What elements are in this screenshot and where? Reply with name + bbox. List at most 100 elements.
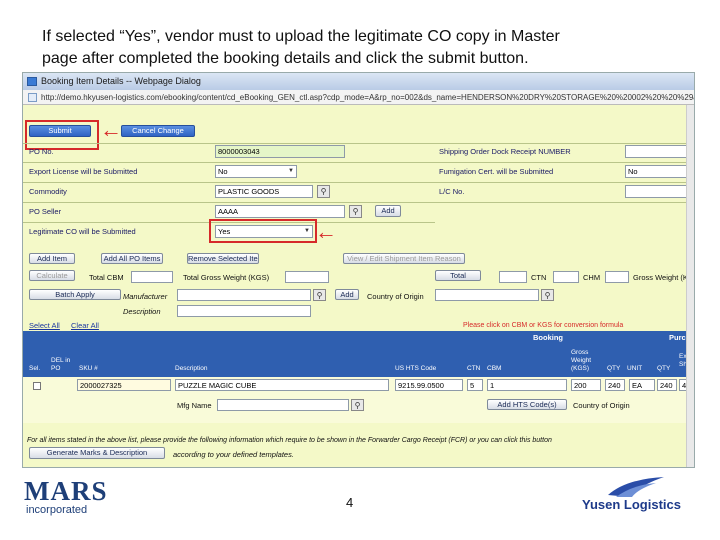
booking-item-dialog: Booking Item Details -- Webpage Dialog h… bbox=[22, 72, 695, 468]
add-item-button[interactable]: Add Item bbox=[29, 253, 75, 264]
arrow-left-icon: ← bbox=[315, 219, 337, 244]
submit-highlight-box bbox=[25, 120, 99, 150]
total-gross-weight-field[interactable] bbox=[285, 271, 329, 283]
col-gross-weight: Gross Weight (KGS) bbox=[571, 349, 592, 372]
description-cell-field[interactable]: PUZZLE MAGIC CUBE bbox=[175, 379, 389, 391]
commodity-field[interactable]: PLASTIC GOODS bbox=[215, 185, 313, 198]
caption-line-2: page after completed the booking details… bbox=[42, 50, 529, 67]
arrow-left-icon: ← bbox=[100, 117, 122, 142]
po-no-label: PO No. bbox=[29, 147, 54, 156]
conversion-note[interactable]: Please click on CBM or KGS for conversio… bbox=[463, 322, 623, 329]
qty-field[interactable]: 240 bbox=[605, 379, 625, 391]
export-license-value: No bbox=[218, 167, 228, 176]
col-qty-purchase: QTY bbox=[657, 365, 671, 372]
band-booking: Booking bbox=[533, 333, 563, 342]
sku-field[interactable]: 2000027325 bbox=[77, 379, 171, 391]
vertical-scrollbar[interactable] bbox=[686, 105, 694, 467]
col-ctn: CTN bbox=[467, 365, 481, 372]
yusen-logo: Yusen Logistics bbox=[582, 475, 702, 515]
legitimate-co-highlight-box bbox=[209, 219, 317, 243]
col-qty: QTY bbox=[607, 365, 621, 372]
add-manufacturer-button[interactable]: Add bbox=[335, 289, 359, 300]
unit-field[interactable]: EA bbox=[629, 379, 655, 391]
divider bbox=[23, 162, 688, 163]
divider bbox=[23, 143, 688, 144]
total-gross-weight-label: Total Gross Weight (KGS) bbox=[183, 273, 270, 282]
dialog-titlebar: Booking Item Details -- Webpage Dialog bbox=[23, 73, 694, 90]
total-cbm-label: Total CBM bbox=[89, 273, 124, 282]
qty-purchase-field[interactable]: 240 bbox=[657, 379, 677, 391]
row-select-checkbox[interactable] bbox=[33, 382, 41, 390]
templates-note: according to your defined templates. bbox=[173, 450, 294, 459]
divider bbox=[23, 182, 688, 183]
ctn-field[interactable]: 5 bbox=[467, 379, 483, 391]
calculate-button[interactable]: Calculate bbox=[29, 270, 75, 281]
total-ctn-field[interactable] bbox=[499, 271, 527, 283]
add-po-seller-button[interactable]: Add bbox=[375, 205, 401, 217]
lc-no-field[interactable] bbox=[625, 185, 694, 198]
address-bar[interactable]: http://demo.hkyusen-logistics.com/ebooki… bbox=[23, 90, 694, 105]
col-sel: Sel. bbox=[29, 365, 41, 372]
mars-logo-title: MARS bbox=[24, 476, 108, 506]
batch-apply-button[interactable]: Batch Apply bbox=[29, 289, 121, 300]
col-description: Description bbox=[175, 365, 208, 372]
select-all-link[interactable]: Select All bbox=[29, 321, 60, 330]
wing-icon bbox=[608, 477, 664, 497]
so-dock-receipt-label: Shipping Order Dock Receipt NUMBER bbox=[439, 147, 571, 156]
dialog-title: Booking Item Details -- Webpage Dialog bbox=[41, 76, 201, 86]
fumigation-label: Fumigation Cert. will be Submitted bbox=[439, 167, 554, 176]
address-url: http://demo.hkyusen-logistics.com/ebooki… bbox=[41, 93, 694, 102]
col-del-in-po: DEL in PO bbox=[51, 357, 71, 372]
ctn-label: CTN bbox=[531, 273, 547, 282]
description-field[interactable] bbox=[177, 305, 311, 317]
caption-line-1: If selected “Yes”, vendor must to upload… bbox=[42, 28, 560, 45]
country-search-icon[interactable]: ⚲ bbox=[541, 289, 554, 301]
total-gross-field[interactable] bbox=[605, 271, 629, 283]
lc-no-label: L/C No. bbox=[439, 187, 465, 196]
remove-selected-item-button[interactable]: Remove Selected Item bbox=[187, 253, 259, 264]
chm-label: CHM bbox=[583, 273, 601, 282]
so-dock-receipt-field[interactable] bbox=[625, 145, 694, 158]
mfg-name-field[interactable] bbox=[217, 399, 349, 411]
mars-logo: MARS incorporated bbox=[24, 476, 134, 517]
export-license-label: Export License will be Submitted bbox=[29, 167, 138, 176]
page-icon bbox=[28, 93, 37, 102]
po-seller-field[interactable]: AAAA bbox=[215, 205, 345, 218]
gross-weight-label: Gross Weight (K bbox=[633, 273, 688, 282]
manufacturer-search-icon[interactable]: ⚲ bbox=[313, 289, 326, 301]
commodity-search-icon[interactable]: ⚲ bbox=[317, 185, 330, 198]
generate-marks-button[interactable]: Generate Marks & Description bbox=[29, 447, 165, 459]
total-cbm-field[interactable] bbox=[131, 271, 173, 283]
commodity-label: Commodity bbox=[29, 187, 67, 196]
yusen-logo-text: Yusen Logistics bbox=[582, 497, 681, 512]
export-license-select[interactable]: No ▼ bbox=[215, 165, 297, 178]
browser-icon bbox=[27, 77, 37, 86]
clear-all-link[interactable]: Clear All bbox=[71, 321, 99, 330]
manufacturer-field[interactable] bbox=[177, 289, 311, 301]
divider bbox=[23, 202, 688, 203]
table-row: 2000027325 PUZZLE MAGIC CUBE 9215.99.050… bbox=[23, 377, 694, 423]
mfg-search-icon[interactable]: ⚲ bbox=[351, 399, 364, 411]
manufacturer-label: Manufacturer bbox=[123, 292, 168, 301]
view-edit-shipment-button[interactable]: View / Edit Shipment Item Reason bbox=[343, 253, 465, 264]
slide-caption: If selected “Yes”, vendor must to upload… bbox=[42, 26, 682, 70]
fumigation-select[interactable]: No bbox=[625, 165, 694, 178]
gross-weight-field[interactable]: 200 bbox=[571, 379, 601, 391]
hts-field[interactable]: 9215.99.0500 bbox=[395, 379, 463, 391]
country-of-origin-field[interactable] bbox=[435, 289, 539, 301]
legitimate-co-label: Legitimate CO will be Submitted bbox=[29, 227, 136, 236]
chevron-down-icon: ▼ bbox=[288, 168, 294, 174]
col-cbm: CBM bbox=[487, 365, 502, 372]
cancel-change-button[interactable]: Cancel Change bbox=[121, 125, 195, 137]
mars-logo-subtitle: incorporated bbox=[26, 504, 88, 516]
po-no-field[interactable]: 8000003043 bbox=[215, 145, 345, 158]
cbm-field[interactable]: 1 bbox=[487, 379, 567, 391]
po-seller-label: PO Seller bbox=[29, 207, 62, 216]
total-button[interactable]: Total bbox=[435, 270, 481, 281]
po-seller-search-icon[interactable]: ⚲ bbox=[349, 205, 362, 218]
total-chm-field[interactable] bbox=[553, 271, 579, 283]
col-sku: SKU # bbox=[79, 365, 98, 372]
add-hts-code-button[interactable]: Add HTS Code(s) bbox=[487, 399, 567, 410]
add-all-po-items-button[interactable]: Add All PO Items bbox=[101, 253, 163, 264]
col-unit: UNIT bbox=[627, 365, 643, 372]
